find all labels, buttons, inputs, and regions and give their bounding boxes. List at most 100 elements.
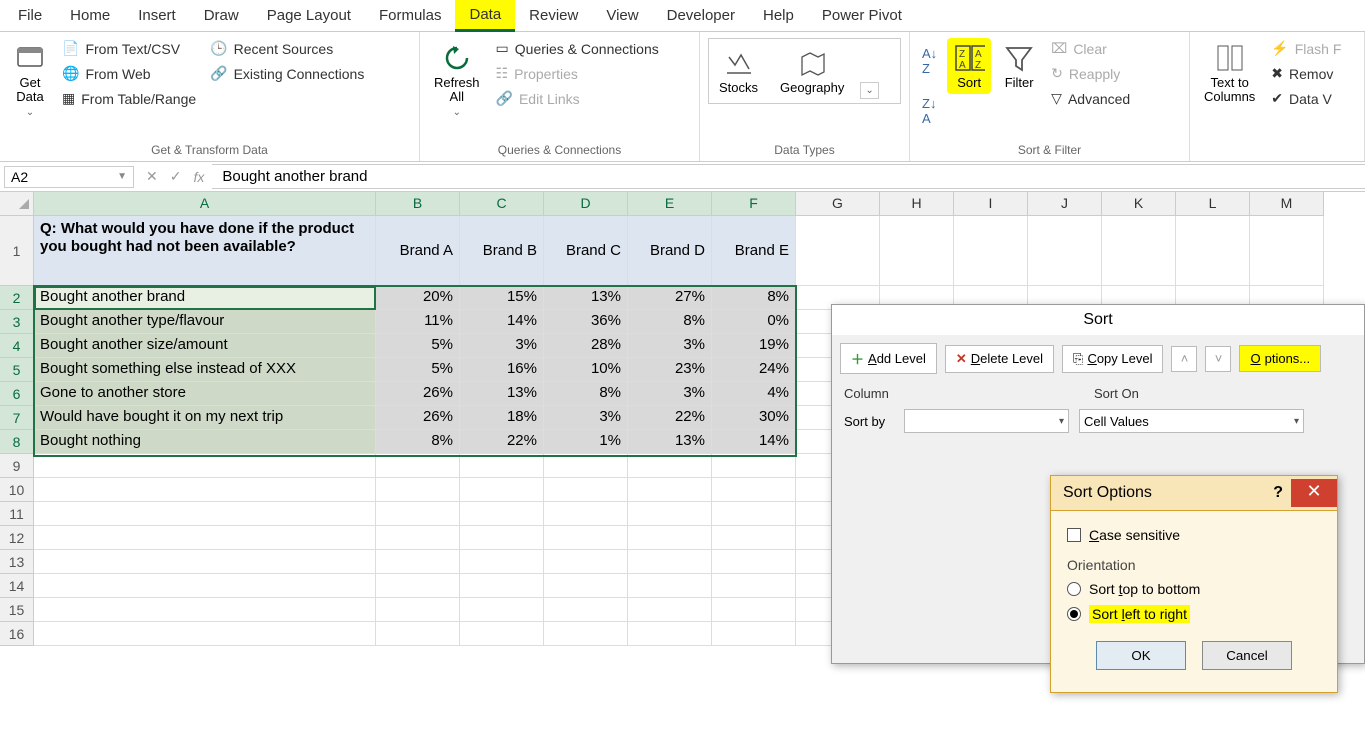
cell-J1[interactable] [1028,216,1102,286]
cell-F11[interactable] [712,502,796,526]
cell-H1[interactable] [880,216,954,286]
row-header-5[interactable]: 5 [0,358,34,382]
cell-A7[interactable]: Would have bought it on my next trip [34,406,376,430]
tab-help[interactable]: Help [749,1,808,30]
move-up-button[interactable]: ˄ [1171,346,1197,372]
case-sensitive-checkbox[interactable]: Case sensitive [1067,523,1321,547]
cell-A13[interactable] [34,550,376,574]
tab-data[interactable]: Data [455,0,515,32]
cell-C7[interactable]: 18% [460,406,544,430]
cell-C16[interactable] [460,622,544,646]
add-level-button[interactable]: ＋Add Level [840,343,937,374]
cell-D1[interactable]: Brand C [544,216,628,286]
cell-C9[interactable] [460,454,544,478]
col-header-H[interactable]: H [880,192,954,216]
tab-draw[interactable]: Draw [190,1,253,30]
cell-F3[interactable]: 0% [712,310,796,334]
col-header-G[interactable]: G [796,192,880,216]
cancel-formula-icon[interactable]: ✕ [146,168,158,185]
stocks-button[interactable]: Stocks [713,43,764,99]
cell-A11[interactable] [34,502,376,526]
from-table-range-button[interactable]: ▦From Table/Range [58,88,200,109]
row-header-12[interactable]: 12 [0,526,34,550]
sort-asc-button[interactable]: A↓Z [918,44,941,78]
cell-D15[interactable] [544,598,628,622]
cell-A14[interactable] [34,574,376,598]
cell-F14[interactable] [712,574,796,598]
delete-level-button[interactable]: ✕Delete Level [945,345,1054,373]
col-header-L[interactable]: L [1176,192,1250,216]
copy-level-button[interactable]: ⎘Copy Level [1062,345,1163,373]
cell-C3[interactable]: 14% [460,310,544,334]
formula-input[interactable]: Bought another brand [212,164,1365,189]
tab-file[interactable]: File [4,1,56,30]
name-box[interactable]: A2▼ [4,166,134,188]
cell-B9[interactable] [376,454,460,478]
cell-A12[interactable] [34,526,376,550]
cell-B16[interactable] [376,622,460,646]
cell-F1[interactable]: Brand E [712,216,796,286]
cell-D5[interactable]: 10% [544,358,628,382]
cell-E9[interactable] [628,454,712,478]
row-header-11[interactable]: 11 [0,502,34,526]
cell-D8[interactable]: 1% [544,430,628,454]
cell-C4[interactable]: 3% [460,334,544,358]
cell-C2[interactable]: 15% [460,286,544,310]
cell-B15[interactable] [376,598,460,622]
cell-E8[interactable]: 13% [628,430,712,454]
tab-view[interactable]: View [592,1,652,30]
cell-F15[interactable] [712,598,796,622]
from-text-csv-button[interactable]: 📄From Text/CSV [58,38,200,59]
tab-review[interactable]: Review [515,1,592,30]
select-all-corner[interactable] [0,192,34,216]
cell-E16[interactable] [628,622,712,646]
tab-formulas[interactable]: Formulas [365,1,456,30]
sort-left-to-right-radio[interactable]: Sort left to right [1067,601,1321,627]
cell-A3[interactable]: Bought another type/flavour [34,310,376,334]
get-data-button[interactable]: Get Data ⌄ [8,38,52,122]
cell-B4[interactable]: 5% [376,334,460,358]
tab-page-layout[interactable]: Page Layout [253,1,365,30]
cell-D14[interactable] [544,574,628,598]
cell-A9[interactable] [34,454,376,478]
row-header-10[interactable]: 10 [0,478,34,502]
tab-developer[interactable]: Developer [653,1,749,30]
cell-F13[interactable] [712,550,796,574]
cell-F7[interactable]: 30% [712,406,796,430]
cell-B2[interactable]: 20% [376,286,460,310]
cell-F16[interactable] [712,622,796,646]
tab-home[interactable]: Home [56,1,124,30]
cell-D12[interactable] [544,526,628,550]
cell-E3[interactable]: 8% [628,310,712,334]
cell-K1[interactable] [1102,216,1176,286]
cell-A5[interactable]: Bought something else instead of XXX [34,358,376,382]
col-header-I[interactable]: I [954,192,1028,216]
cell-F5[interactable]: 24% [712,358,796,382]
cell-A1[interactable]: Q: What would you have done if the produ… [34,216,376,286]
cell-A10[interactable] [34,478,376,502]
cell-F4[interactable]: 19% [712,334,796,358]
queries-connections-button[interactable]: ▭Queries & Connections [492,38,663,59]
row-header-1[interactable]: 1 [0,216,34,286]
cell-E4[interactable]: 3% [628,334,712,358]
cell-E14[interactable] [628,574,712,598]
cell-B1[interactable]: Brand A [376,216,460,286]
cancel-button[interactable]: Cancel [1202,641,1292,670]
sort-top-to-bottom-radio[interactable]: Sort top to bottom [1067,577,1321,601]
col-header-M[interactable]: M [1250,192,1324,216]
cell-C15[interactable] [460,598,544,622]
tab-power-pivot[interactable]: Power Pivot [808,1,916,30]
existing-connections-button[interactable]: 🔗Existing Connections [206,63,368,84]
refresh-all-button[interactable]: Refresh All ⌄ [428,38,486,122]
sort-on-select[interactable]: Cell Values▾ [1079,409,1304,433]
col-header-D[interactable]: D [544,192,628,216]
cell-D2[interactable]: 13% [544,286,628,310]
cell-D3[interactable]: 36% [544,310,628,334]
cell-F10[interactable] [712,478,796,502]
help-icon[interactable]: ? [1273,484,1283,502]
tab-insert[interactable]: Insert [124,1,190,30]
cell-F12[interactable] [712,526,796,550]
row-header-2[interactable]: 2 [0,286,34,310]
filter-button[interactable]: Filter [997,38,1041,94]
cell-L1[interactable] [1176,216,1250,286]
